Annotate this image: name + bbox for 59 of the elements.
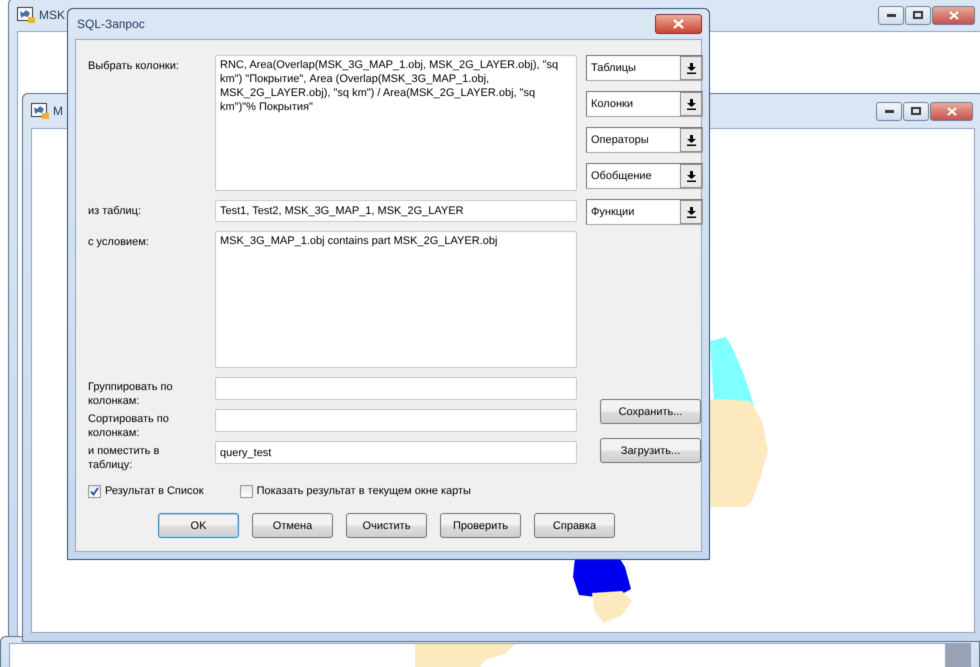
field-label: из таблиц: bbox=[88, 204, 142, 218]
minimize-button[interactable] bbox=[878, 6, 904, 24]
field-label: и поместить в таблицу: bbox=[88, 444, 160, 472]
down-arrow-icon bbox=[686, 98, 696, 110]
dropdown[interactable]: Таблицы bbox=[586, 55, 703, 81]
dropdown-button[interactable] bbox=[680, 200, 702, 224]
field-label: Сортировать по колонкам: bbox=[88, 412, 170, 440]
dropdown-button[interactable] bbox=[680, 164, 702, 188]
maximize-button[interactable] bbox=[905, 6, 931, 24]
dropdown[interactable]: Колонки bbox=[586, 91, 703, 117]
dialog-button[interactable]: Отмена bbox=[252, 513, 333, 538]
checkbox[interactable] bbox=[88, 484, 101, 498]
maximize-icon bbox=[911, 107, 921, 115]
minimize-button[interactable] bbox=[876, 102, 902, 120]
field-label: Выбрать колонки: bbox=[88, 59, 180, 73]
field-label: с условием: bbox=[88, 235, 150, 249]
window-title: M bbox=[53, 104, 63, 118]
dialog-title: SQL-Запрос bbox=[77, 17, 145, 31]
dropdown-button[interactable] bbox=[680, 92, 702, 116]
dialog-button[interactable]: Очистить bbox=[346, 513, 427, 538]
side-button[interactable]: Сохранить... bbox=[600, 399, 701, 424]
checkbox-label: Показать результат в текущем окне карты bbox=[256, 485, 471, 497]
input-field[interactable]: query_test bbox=[215, 441, 577, 464]
dropdown[interactable]: Операторы bbox=[586, 127, 703, 153]
dropdown[interactable]: Функции bbox=[586, 199, 703, 225]
maximize-button[interactable] bbox=[903, 102, 929, 120]
close-icon bbox=[948, 10, 958, 20]
close-button[interactable] bbox=[930, 102, 973, 120]
close-button[interactable] bbox=[655, 14, 702, 34]
down-arrow-icon bbox=[686, 134, 696, 146]
down-arrow-icon bbox=[686, 62, 696, 74]
close-icon bbox=[673, 19, 684, 29]
side-button[interactable]: Загрузить... bbox=[600, 438, 701, 463]
map-icon bbox=[31, 103, 49, 119]
field-label: Группировать по колонкам: bbox=[88, 380, 174, 408]
dialog-button[interactable]: Проверить bbox=[440, 513, 521, 538]
close-icon bbox=[946, 106, 956, 116]
input-field[interactable] bbox=[215, 409, 577, 432]
down-arrow-icon bbox=[686, 206, 696, 218]
input-field[interactable]: Test1, Test2, MSK_3G_MAP_1, MSK_2G_LAYER bbox=[215, 200, 577, 222]
query-field[interactable]: RNC, Area(Overlap(MSK_3G_MAP_1.obj, MSK_2G_LAYER.obj), "sq km") "Покрытие", Area (Overlap(MSK_3G_MAP_1.obj, MSK_2G_LAYER.obj), "sq km") / Area(MSK_2G_LAYER.obj, "sq km")"% Покрытия" bbox=[215, 55, 577, 191]
check-icon bbox=[90, 486, 99, 496]
window-title: MSK bbox=[39, 8, 66, 22]
checkbox[interactable] bbox=[240, 484, 253, 498]
minimize-icon bbox=[884, 110, 894, 112]
scrollbar[interactable] bbox=[945, 644, 970, 667]
input-field[interactable] bbox=[215, 377, 577, 400]
dropdown-button[interactable] bbox=[680, 128, 702, 152]
minimize-icon bbox=[886, 14, 896, 16]
query-field[interactable]: MSK_3G_MAP_1.obj contains part MSK_2G_LAYER.obj bbox=[215, 231, 577, 368]
checkbox-label: Результат в Список bbox=[105, 485, 204, 497]
dropdown-button[interactable] bbox=[680, 56, 702, 80]
close-button[interactable] bbox=[932, 6, 975, 24]
maximize-icon bbox=[913, 11, 923, 19]
dialog-button[interactable]: OK bbox=[158, 513, 239, 538]
down-arrow-icon bbox=[686, 170, 696, 182]
dropdown[interactable]: Обобщение bbox=[586, 163, 703, 189]
dialog-button[interactable]: Справка bbox=[534, 513, 615, 538]
map-icon bbox=[17, 7, 35, 23]
